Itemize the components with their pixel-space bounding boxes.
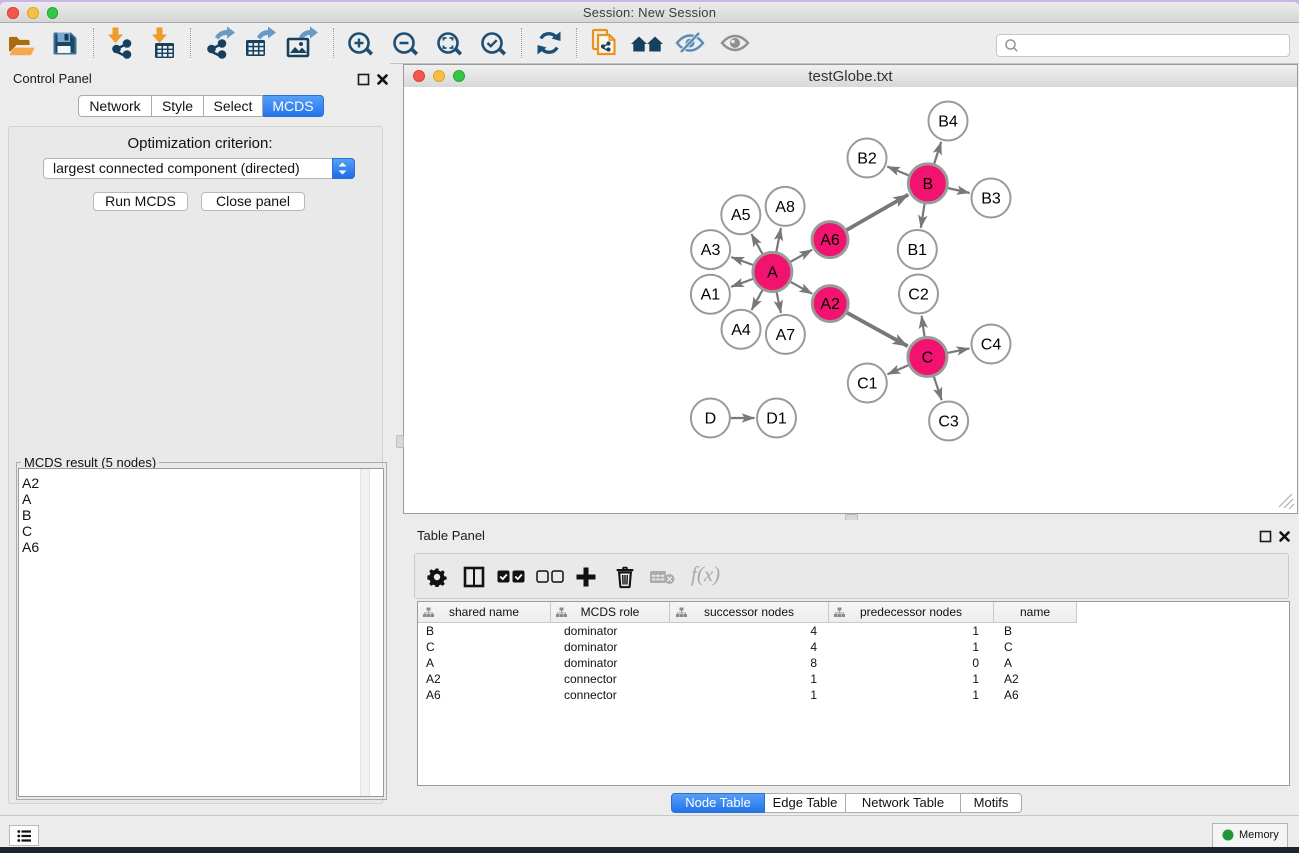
svg-text:A4: A4	[731, 322, 751, 339]
svg-text:B2: B2	[857, 151, 877, 168]
svg-text:A7: A7	[776, 327, 796, 344]
svg-text:C3: C3	[938, 414, 959, 431]
svg-text:B1: B1	[908, 242, 928, 259]
svg-text:A5: A5	[731, 207, 751, 224]
svg-text:D: D	[705, 411, 717, 428]
svg-text:C: C	[922, 350, 934, 367]
svg-text:A8: A8	[775, 199, 795, 216]
svg-text:C2: C2	[908, 287, 929, 304]
svg-text:A6: A6	[820, 232, 840, 249]
svg-text:C4: C4	[981, 337, 1002, 354]
svg-text:A1: A1	[701, 287, 721, 304]
svg-text:D1: D1	[766, 411, 787, 428]
svg-text:B: B	[922, 176, 933, 193]
svg-text:B4: B4	[938, 114, 958, 131]
svg-text:A3: A3	[701, 242, 721, 259]
svg-text:A: A	[767, 265, 778, 282]
svg-text:A2: A2	[820, 296, 840, 313]
svg-text:B3: B3	[981, 191, 1001, 208]
svg-text:C1: C1	[857, 376, 878, 393]
